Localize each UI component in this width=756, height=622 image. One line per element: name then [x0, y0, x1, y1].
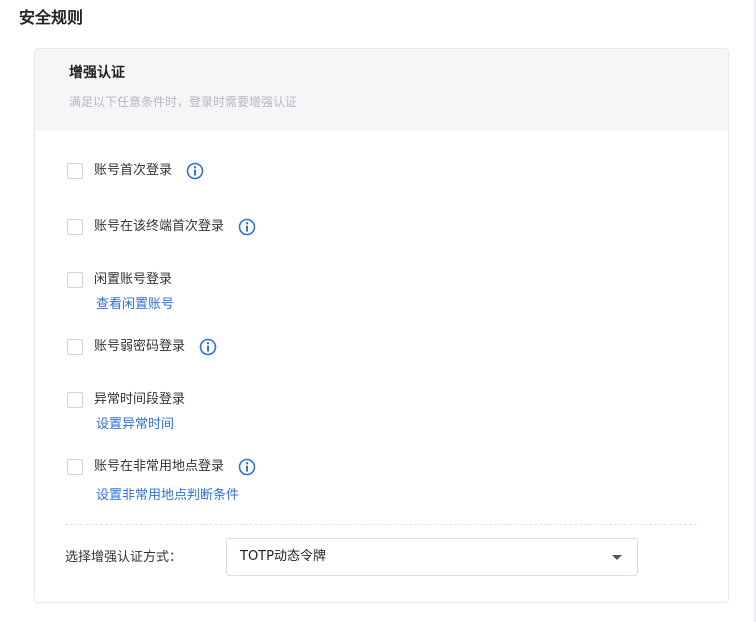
option-label: 账号首次登录	[94, 163, 173, 178]
option-label: 账号在该终端首次登录	[94, 219, 225, 234]
option-label: 账号在非常用地点登录	[94, 459, 225, 474]
view-idle-accounts-link[interactable]: 查看闲置账号	[96, 296, 174, 314]
auth-method-label: 选择增强认证方式：	[65, 550, 183, 565]
card-subtitle: 满足以下任意条件时，登录时需要增强认证	[69, 95, 298, 109]
option-unusual-location-login: 账号在非常用地点登录	[67, 457, 256, 477]
option-first-login-on-terminal: 账号在该终端首次登录	[67, 217, 256, 237]
enhanced-auth-card: 增强认证 满足以下任意条件时，登录时需要增强认证 账号首次登录 账号在该终端首次…	[34, 48, 729, 603]
checkbox-first-login[interactable]	[67, 163, 83, 179]
option-first-login: 账号首次登录	[67, 161, 204, 181]
info-icon[interactable]	[238, 458, 256, 476]
card-header: 增强认证 满足以下任意条件时，登录时需要增强认证	[35, 49, 728, 130]
page-title: 安全规则	[19, 8, 84, 27]
option-label: 异常时间段登录	[94, 392, 186, 407]
info-icon[interactable]	[186, 162, 204, 180]
auth-method-selected-value: TOTP动态令牌	[240, 549, 326, 564]
checkbox-first-login-on-terminal[interactable]	[67, 219, 83, 235]
set-abnormal-time-link[interactable]: 设置异常时间	[96, 416, 174, 434]
auth-method-select[interactable]: TOTP动态令牌	[226, 538, 638, 576]
caret-down-icon	[612, 555, 622, 560]
info-icon[interactable]	[238, 218, 256, 236]
option-weak-password-login: 账号弱密码登录	[67, 337, 217, 357]
checkbox-abnormal-time-login[interactable]	[67, 392, 83, 408]
divider	[65, 524, 697, 525]
option-idle-account-login: 闲置账号登录	[67, 270, 172, 290]
checkbox-idle-account-login[interactable]	[67, 272, 83, 288]
option-abnormal-time-login: 异常时间段登录	[67, 390, 185, 410]
page: 安全规则 增强认证 满足以下任意条件时，登录时需要增强认证 账号首次登录 账号在…	[0, 0, 756, 622]
set-unusual-location-conditions-link[interactable]: 设置非常用地点判断条件	[96, 487, 239, 505]
checkbox-unusual-location-login[interactable]	[67, 459, 83, 475]
checkbox-weak-password-login[interactable]	[67, 339, 83, 355]
info-icon[interactable]	[199, 338, 217, 356]
option-label: 账号弱密码登录	[94, 339, 186, 354]
card-title: 增强认证	[69, 65, 125, 81]
option-label: 闲置账号登录	[94, 272, 173, 287]
